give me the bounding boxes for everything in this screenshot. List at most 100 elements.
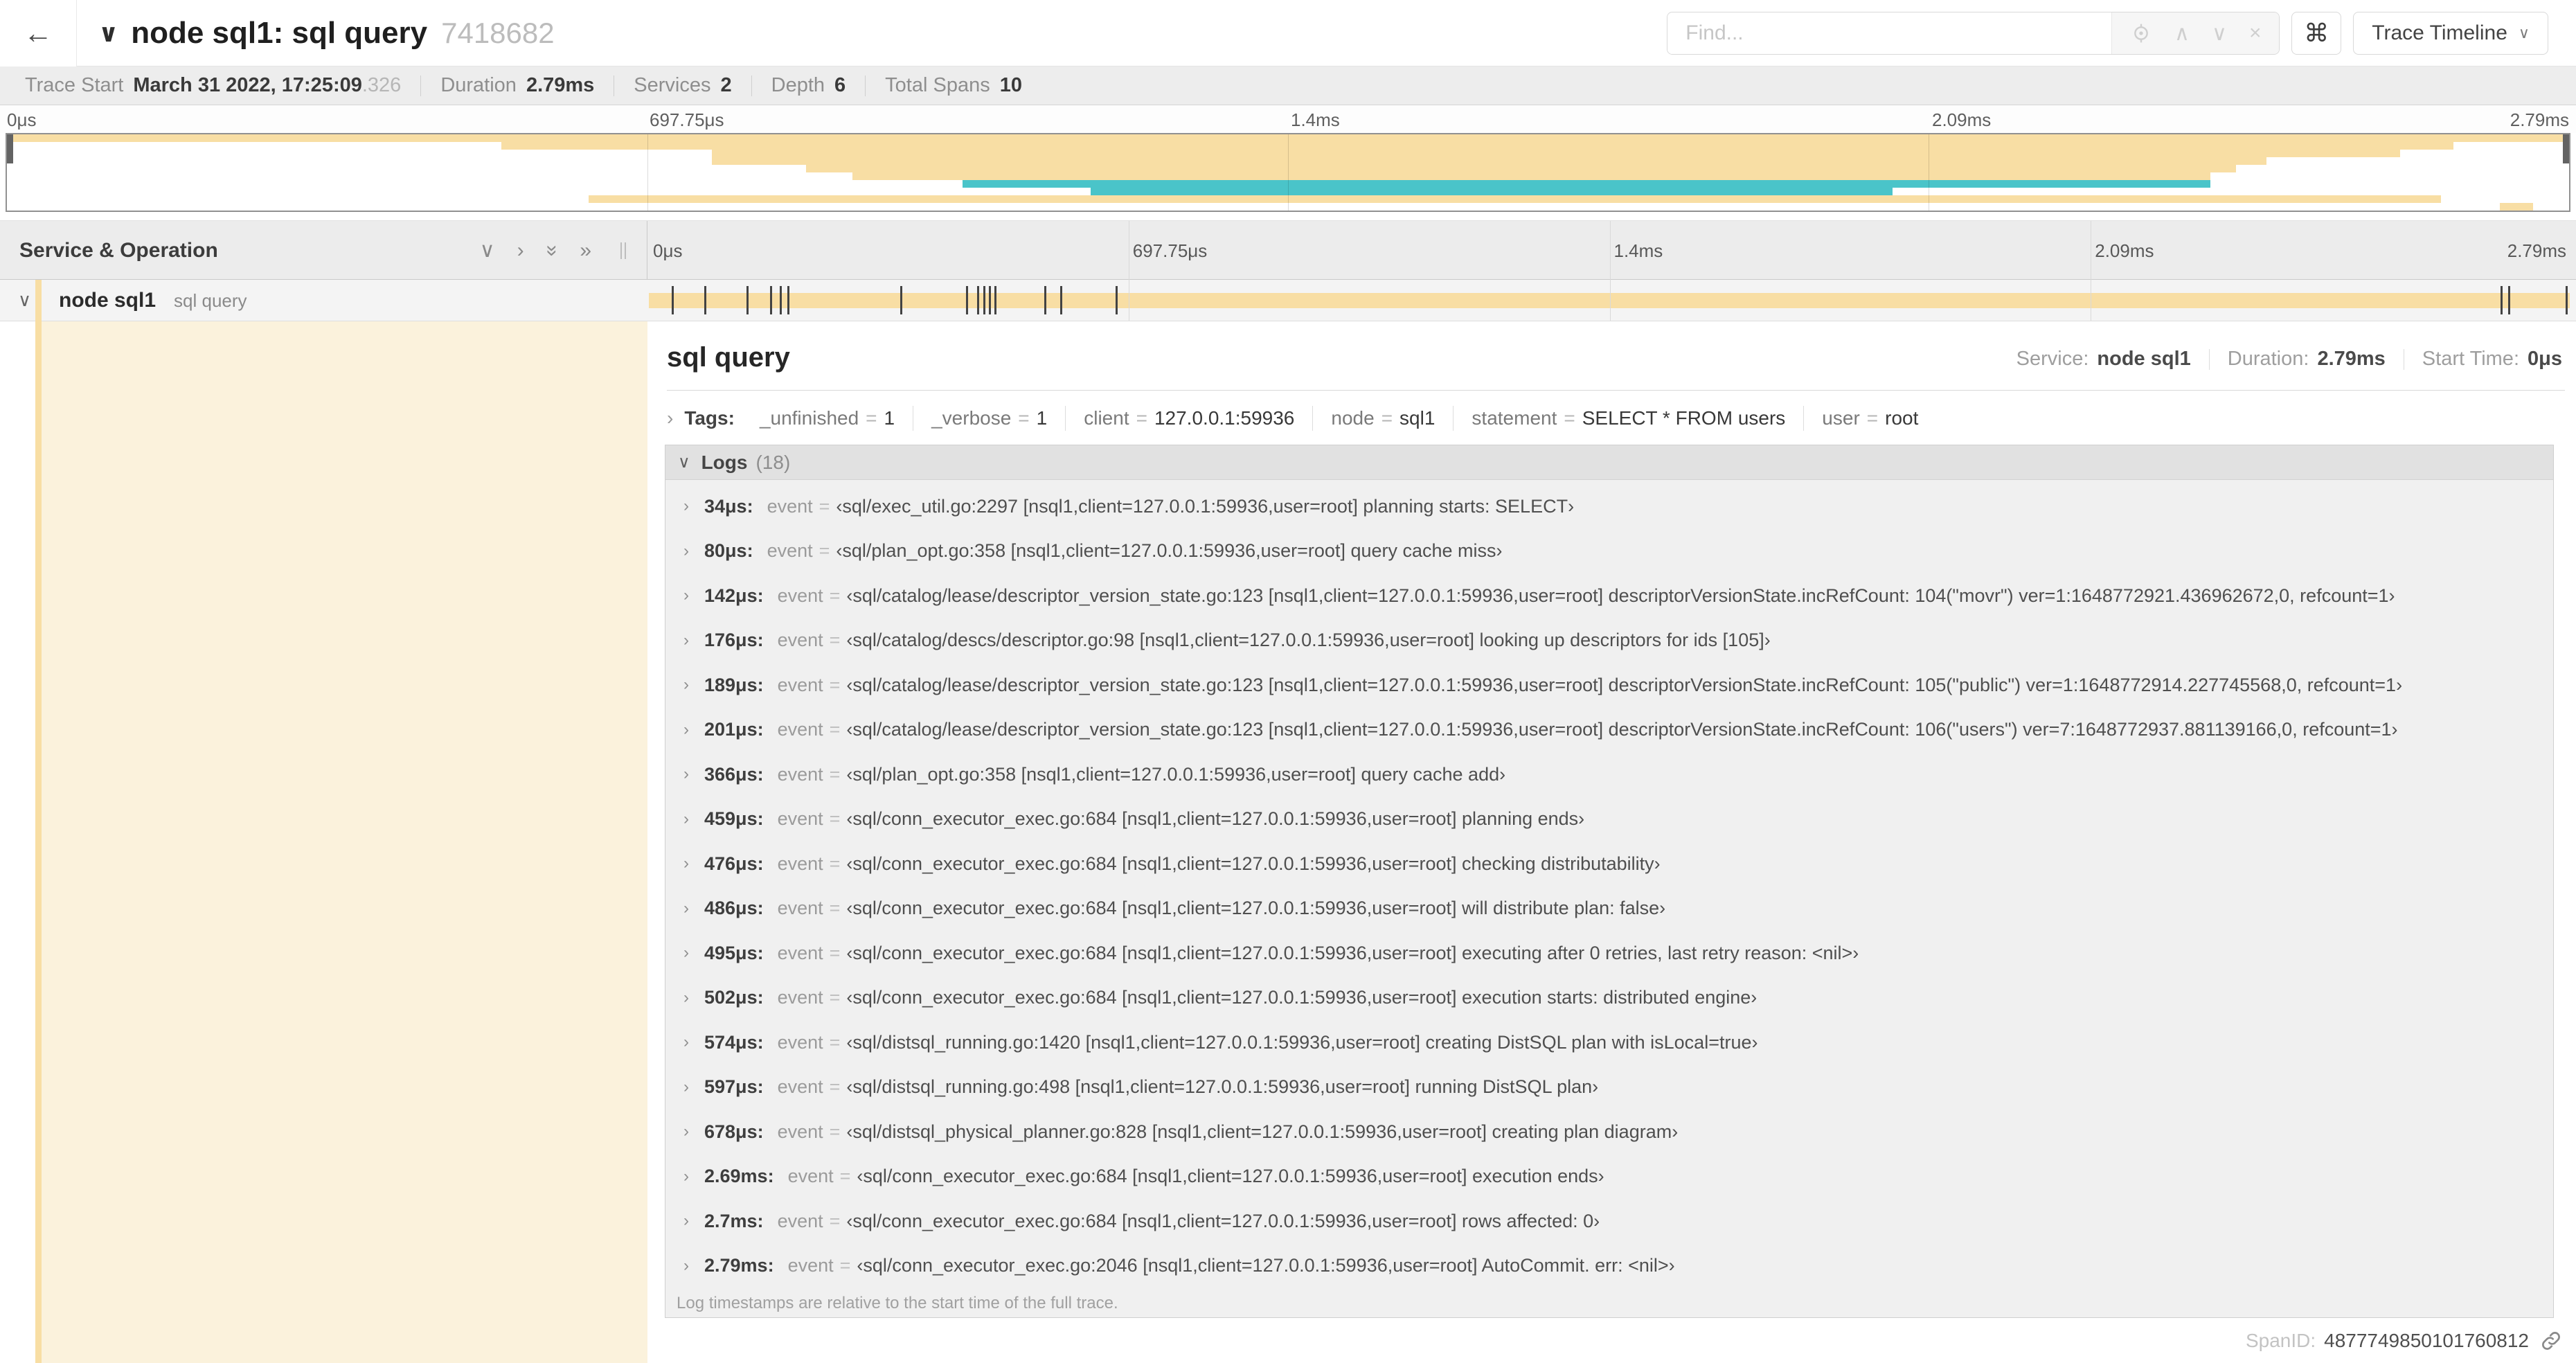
- trace-minimap[interactable]: [6, 133, 2570, 212]
- equals-sign: =: [829, 1076, 841, 1098]
- find-clear-icon[interactable]: ×: [2249, 21, 2262, 45]
- collapse-controls: ∨ › » »: [480, 238, 626, 262]
- tag-value: 127.0.0.1:59936: [1154, 407, 1295, 429]
- collapse-one-icon[interactable]: ∨: [480, 238, 495, 262]
- column-resize-handle[interactable]: [620, 242, 626, 259]
- log-entry[interactable]: › 486μs: event = ‹sql/conn_executor_exec…: [665, 887, 2553, 932]
- find-prev-icon[interactable]: ∧: [2174, 21, 2190, 46]
- chevron-right-icon: ›: [683, 854, 689, 873]
- log-entry[interactable]: › 34μs: event = ‹sql/exec_util.go:2297 […: [665, 484, 2553, 529]
- span-log-tick: [977, 286, 980, 314]
- equals-sign: =: [829, 987, 841, 1008]
- log-entry[interactable]: › 201μs: event = ‹sql/catalog/lease/desc…: [665, 708, 2553, 753]
- log-timestamp: 495μs:: [704, 942, 764, 963]
- log-entry[interactable]: › 142μs: event = ‹sql/catalog/lease/desc…: [665, 573, 2553, 618]
- tag-value: sql1: [1399, 407, 1435, 429]
- minimap-scrubber-left[interactable]: [7, 134, 13, 163]
- chevron-right-icon: ›: [683, 898, 689, 918]
- log-timestamp: 142μs:: [704, 585, 764, 606]
- log-entry[interactable]: › 597μs: event = ‹sql/distsql_running.go…: [665, 1065, 2553, 1110]
- collapse-all-icon[interactable]: »: [540, 244, 564, 256]
- ruler-gridline: [1609, 221, 1611, 280]
- span-detail-backdrop: [42, 321, 647, 1363]
- log-timestamp: 2.79ms:: [704, 1255, 774, 1276]
- log-field-value: ‹sql/conn_executor_exec.go:684 [nsql1,cl…: [846, 898, 1666, 919]
- chevron-down-icon: ∨: [678, 453, 690, 472]
- equals-sign: =: [866, 407, 877, 429]
- expand-all-icon[interactable]: »: [580, 239, 591, 262]
- span-log-tick: [769, 286, 772, 314]
- service-color-accent: [35, 321, 42, 1363]
- start-time-label: Start Time:: [2422, 348, 2519, 370]
- equals-sign: =: [829, 763, 841, 785]
- link-icon[interactable]: [2540, 1330, 2562, 1352]
- minimap-span-bar: [711, 150, 2400, 157]
- chevron-right-icon: ›: [683, 1122, 689, 1141]
- log-timestamp: 574μs:: [704, 1031, 764, 1053]
- log-field-value: ‹sql/plan_opt.go:358 [nsql1,client=127.0…: [836, 540, 1503, 562]
- find-actions: ∧ ∨ ×: [2111, 12, 2280, 54]
- ruler-tick-label: 0μs: [653, 240, 683, 261]
- find-input[interactable]: [1667, 12, 2112, 54]
- log-entry[interactable]: › 176μs: event = ‹sql/catalog/descs/desc…: [665, 618, 2553, 663]
- log-entry[interactable]: › 366μs: event = ‹sql/plan_opt.go:358 [n…: [665, 752, 2553, 797]
- back-button[interactable]: ←: [0, 0, 77, 66]
- log-timestamp: 486μs:: [704, 898, 764, 919]
- chevron-right-icon: ›: [683, 675, 689, 695]
- top-bar: ← ∨ node sql1: sql query 7418682 ∧ ∨ × ⌘: [0, 0, 2576, 66]
- log-entry[interactable]: › 502μs: event = ‹sql/conn_executor_exec…: [665, 976, 2553, 1021]
- tags-accordion[interactable]: › Tags: _unfinished = 1 _verbose = 1 cli…: [667, 399, 1936, 438]
- log-entry[interactable]: › 495μs: event = ‹sql/conn_executor_exec…: [665, 931, 2553, 976]
- span-log-tick: [2501, 286, 2503, 314]
- find-next-icon[interactable]: ∨: [2212, 21, 2227, 46]
- log-entry[interactable]: › 189μs: event = ‹sql/catalog/lease/desc…: [665, 663, 2553, 708]
- log-timestamp: 2.69ms:: [704, 1166, 774, 1187]
- ruler-gridline: [1609, 280, 1611, 321]
- duration-value: 2.79ms: [2317, 348, 2386, 370]
- trace-stat: Depth 6: [751, 74, 866, 96]
- log-entry[interactable]: › 574μs: event = ‹sql/distsql_running.go…: [665, 1020, 2553, 1065]
- log-field-key: event: [777, 1076, 823, 1098]
- log-entry[interactable]: › 80μs: event = ‹sql/plan_opt.go:358 [ns…: [665, 529, 2553, 574]
- service-operation-header: Service & Operation ∨ › » »: [0, 221, 647, 280]
- span-log-tick: [787, 286, 789, 314]
- trace-stat-label: Duration: [440, 74, 517, 96]
- log-field-key: event: [777, 719, 823, 740]
- minimap-scrubber-right[interactable]: [2563, 134, 2569, 163]
- divider: [667, 390, 2565, 391]
- duration-label: Duration:: [2227, 348, 2309, 370]
- trace-stat-label: Services: [634, 74, 711, 96]
- chevron-down-icon[interactable]: ∨: [18, 289, 31, 311]
- service-operation-title: Service & Operation: [19, 238, 218, 262]
- log-field-value: ‹sql/plan_opt.go:358 [nsql1,client=127.0…: [846, 763, 1506, 785]
- logs-header[interactable]: ∨ Logs (18): [665, 445, 2553, 480]
- keyboard-shortcuts-button[interactable]: ⌘: [2291, 12, 2342, 55]
- log-field-value: ‹sql/exec_util.go:2297 [nsql1,client=127…: [836, 495, 1575, 517]
- trace-view-dropdown[interactable]: Trace Timeline ∨: [2353, 12, 2548, 55]
- log-entry[interactable]: › 476μs: event = ‹sql/conn_executor_exec…: [665, 841, 2553, 887]
- log-entry[interactable]: › 459μs: event = ‹sql/conn_executor_exec…: [665, 797, 2553, 842]
- trace-stat-label: Total Spans: [885, 74, 990, 96]
- ruler-tick-label: 697.75μs: [650, 109, 724, 130]
- expand-one-icon[interactable]: ›: [517, 239, 524, 262]
- minimap-span-bar: [588, 195, 2441, 203]
- log-entry[interactable]: › 2.69ms: event = ‹sql/conn_executor_exe…: [665, 1155, 2553, 1200]
- trace-view-label: Trace Timeline: [2372, 21, 2507, 44]
- equals-sign: =: [829, 1210, 841, 1231]
- log-entry[interactable]: › 678μs: event = ‹sql/distsql_physical_p…: [665, 1110, 2553, 1155]
- header-controls: ∧ ∨ × ⌘ Trace Timeline ∨: [1667, 12, 2548, 55]
- trace-stat: Duration 2.79ms: [420, 74, 614, 96]
- log-entry[interactable]: › 2.79ms: event = ‹sql/conn_executor_exe…: [665, 1244, 2553, 1289]
- locate-icon[interactable]: [2130, 22, 2152, 44]
- back-arrow-icon: ←: [24, 17, 53, 49]
- tag-value: root: [1885, 407, 1919, 429]
- minimap-span-bar: [852, 172, 2210, 180]
- equals-sign: =: [829, 719, 841, 740]
- span-row[interactable]: ∨ node sql1 sql query: [0, 280, 2576, 321]
- chevron-down-icon[interactable]: ∨: [98, 19, 118, 48]
- equals-sign: =: [829, 630, 841, 651]
- log-entry[interactable]: › 2.7ms: event = ‹sql/conn_executor_exec…: [665, 1199, 2553, 1244]
- log-field-value: ‹sql/conn_executor_exec.go:684 [nsql1,cl…: [846, 942, 1859, 963]
- minimap-span-bar: [963, 180, 2210, 188]
- timeline-header: Service & Operation ∨ › » » 0μs 697.75μs…: [0, 220, 2576, 280]
